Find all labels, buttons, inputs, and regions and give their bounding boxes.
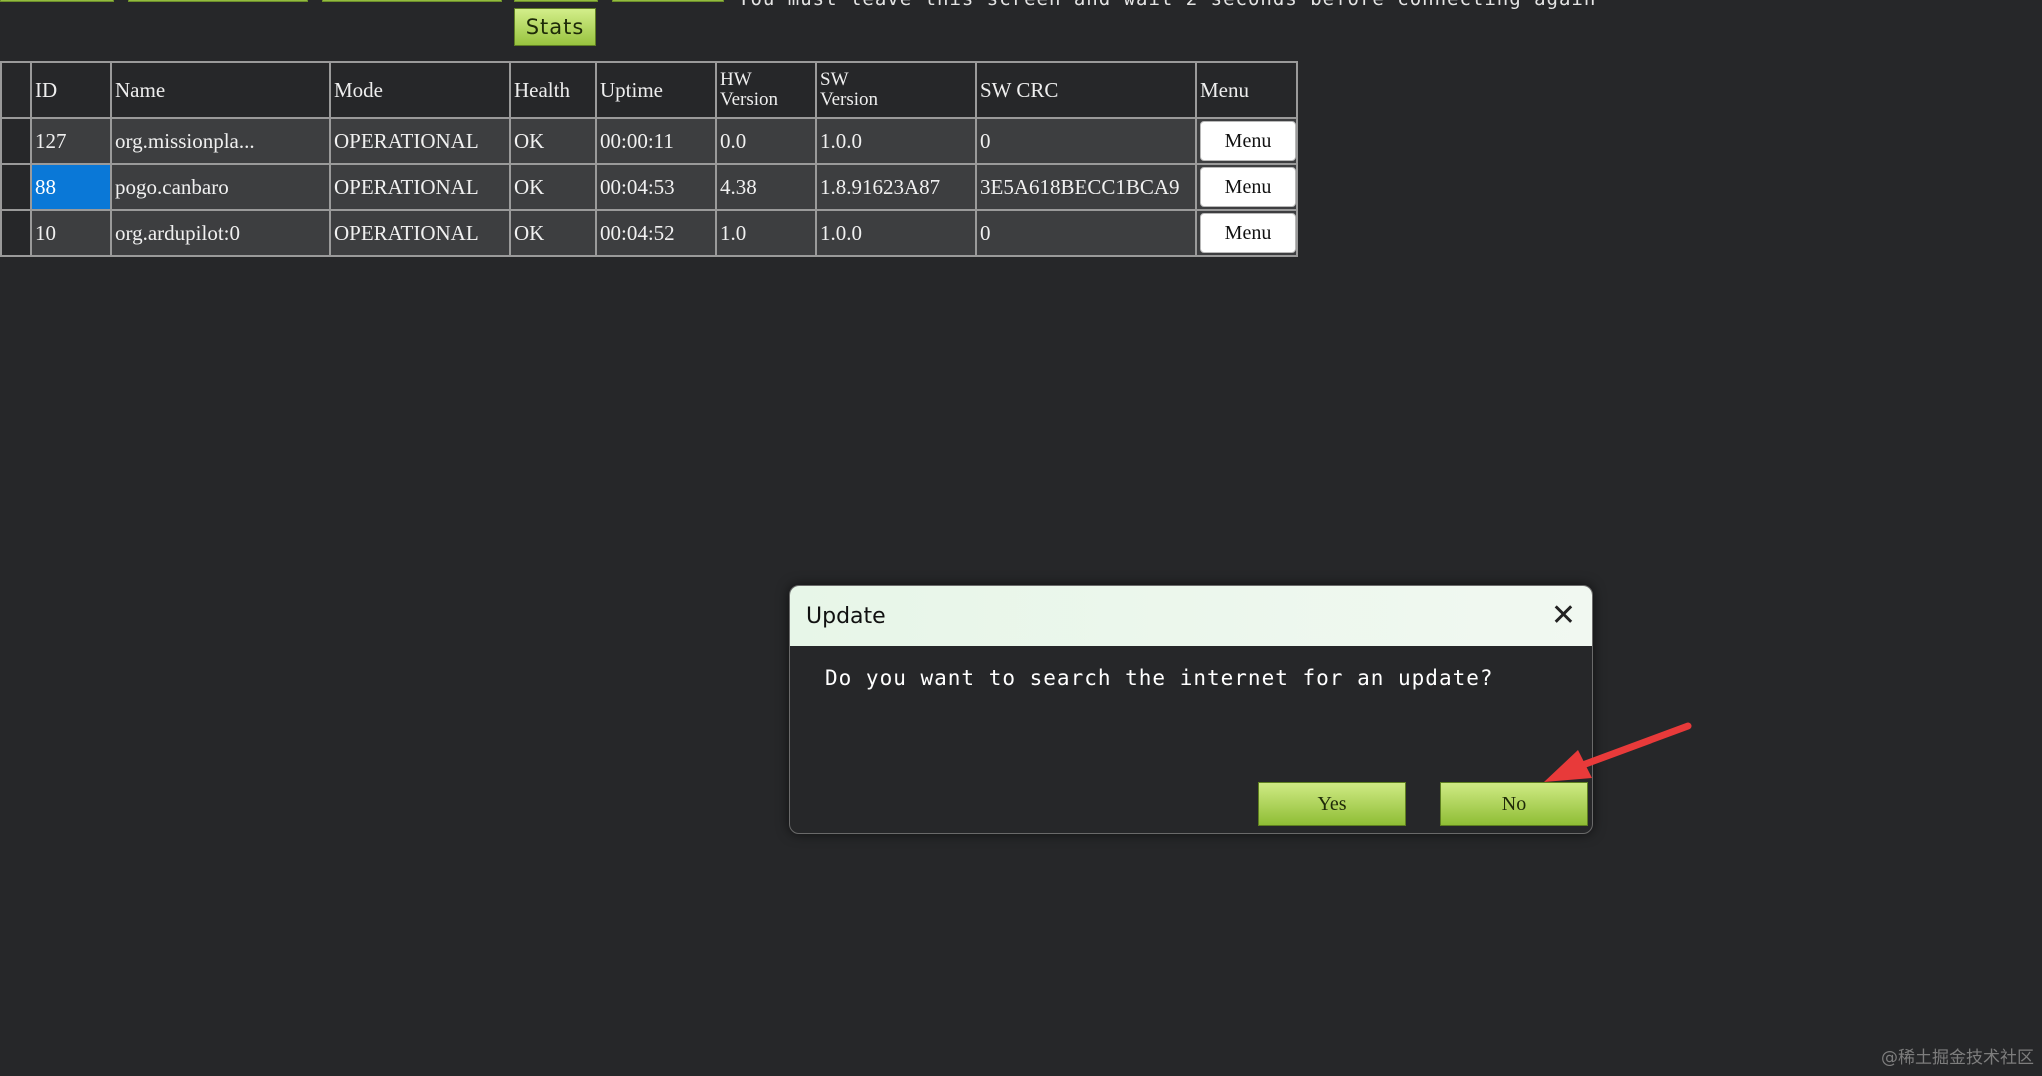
cell-sw-crc[interactable]: 0 — [975, 209, 1197, 257]
header-health[interactable]: Health — [509, 61, 597, 119]
cell-id[interactable]: 127 — [30, 117, 112, 165]
cell-sw-crc[interactable]: 3E5A618BECC1BCA9 — [975, 163, 1197, 211]
table-row[interactable]: 127 org.missionpla... OPERATIONAL OK 00:… — [0, 117, 1298, 165]
header-sw-crc[interactable]: SW CRC — [975, 61, 1197, 119]
cell-sw-version[interactable]: 1.0.0 — [815, 209, 977, 257]
cell-mode[interactable]: OPERATIONAL — [329, 209, 511, 257]
header-sw-version[interactable]: SW Version — [815, 61, 977, 119]
menu-button[interactable]: Menu — [1200, 213, 1295, 253]
table-row[interactable]: 10 org.ardupilot:0 OPERATIONAL OK 00:04:… — [0, 209, 1298, 257]
annotation-arrow-icon — [1544, 722, 1692, 782]
watermark: @稀土掘金技术社区 — [1881, 1048, 2034, 1068]
row-header[interactable] — [0, 163, 32, 211]
toolbar-button-partial-4[interactable] — [514, 0, 598, 2]
cell-mode[interactable]: OPERATIONAL — [329, 163, 511, 211]
cell-sw-crc[interactable]: 0 — [975, 117, 1197, 165]
cell-menu: Menu — [1195, 163, 1298, 211]
yes-button[interactable]: Yes — [1258, 782, 1406, 826]
header-name[interactable]: Name — [110, 61, 331, 119]
update-dialog: Update ✕ Do you want to search the inter… — [789, 585, 1593, 834]
cell-name[interactable]: org.missionpla... — [110, 117, 331, 165]
toolbar-button-partial-5[interactable] — [612, 0, 724, 2]
cell-hw-version[interactable]: 0.0 — [715, 117, 817, 165]
cell-menu: Menu — [1195, 117, 1298, 165]
header-id[interactable]: ID — [30, 61, 112, 119]
cell-uptime[interactable]: 00:04:53 — [595, 163, 717, 211]
reconnect-notice: You must leave this screen and wait 2 se… — [738, 0, 1596, 10]
header-rowhead — [0, 61, 32, 119]
cell-id-selected[interactable]: 88 — [30, 163, 112, 211]
cell-health[interactable]: OK — [509, 163, 597, 211]
menu-button[interactable]: Menu — [1200, 167, 1295, 207]
row-header[interactable] — [0, 209, 32, 257]
menu-button[interactable]: Menu — [1200, 121, 1295, 161]
header-menu[interactable]: Menu — [1195, 61, 1298, 119]
close-icon[interactable]: ✕ — [1551, 601, 1576, 631]
cell-health[interactable]: OK — [509, 117, 597, 165]
header-hw-version[interactable]: HW Version — [715, 61, 817, 119]
stats-button[interactable]: Stats — [514, 8, 596, 46]
dialog-title: Update — [806, 603, 886, 629]
row-header[interactable] — [0, 117, 32, 165]
cell-hw-version[interactable]: 1.0 — [715, 209, 817, 257]
cell-health[interactable]: OK — [509, 209, 597, 257]
cell-hw-version[interactable]: 4.38 — [715, 163, 817, 211]
cell-sw-version[interactable]: 1.0.0 — [815, 117, 977, 165]
node-table: ID Name Mode Health Uptime HW Version SW… — [0, 61, 1298, 257]
table-header-row: ID Name Mode Health Uptime HW Version SW… — [0, 61, 1298, 119]
cell-id[interactable]: 10 — [30, 209, 112, 257]
cell-uptime[interactable]: 00:00:11 — [595, 117, 717, 165]
toolbar-button-partial-2[interactable] — [128, 0, 308, 2]
dialog-message: Do you want to search the internet for a… — [825, 666, 1494, 690]
cell-name[interactable]: org.ardupilot:0 — [110, 209, 331, 257]
cell-uptime[interactable]: 00:04:52 — [595, 209, 717, 257]
header-uptime[interactable]: Uptime — [595, 61, 717, 119]
cell-menu: Menu — [1195, 209, 1298, 257]
table-row[interactable]: 88 pogo.canbaro OPERATIONAL OK 00:04:53 … — [0, 163, 1298, 211]
cell-name[interactable]: pogo.canbaro — [110, 163, 331, 211]
header-mode[interactable]: Mode — [329, 61, 511, 119]
cell-sw-version[interactable]: 1.8.91623A87 — [815, 163, 977, 211]
toolbar-button-partial-1[interactable] — [0, 0, 114, 2]
dialog-titlebar[interactable]: Update ✕ — [790, 586, 1592, 646]
toolbar-button-partial-3[interactable] — [322, 0, 502, 2]
cell-mode[interactable]: OPERATIONAL — [329, 117, 511, 165]
